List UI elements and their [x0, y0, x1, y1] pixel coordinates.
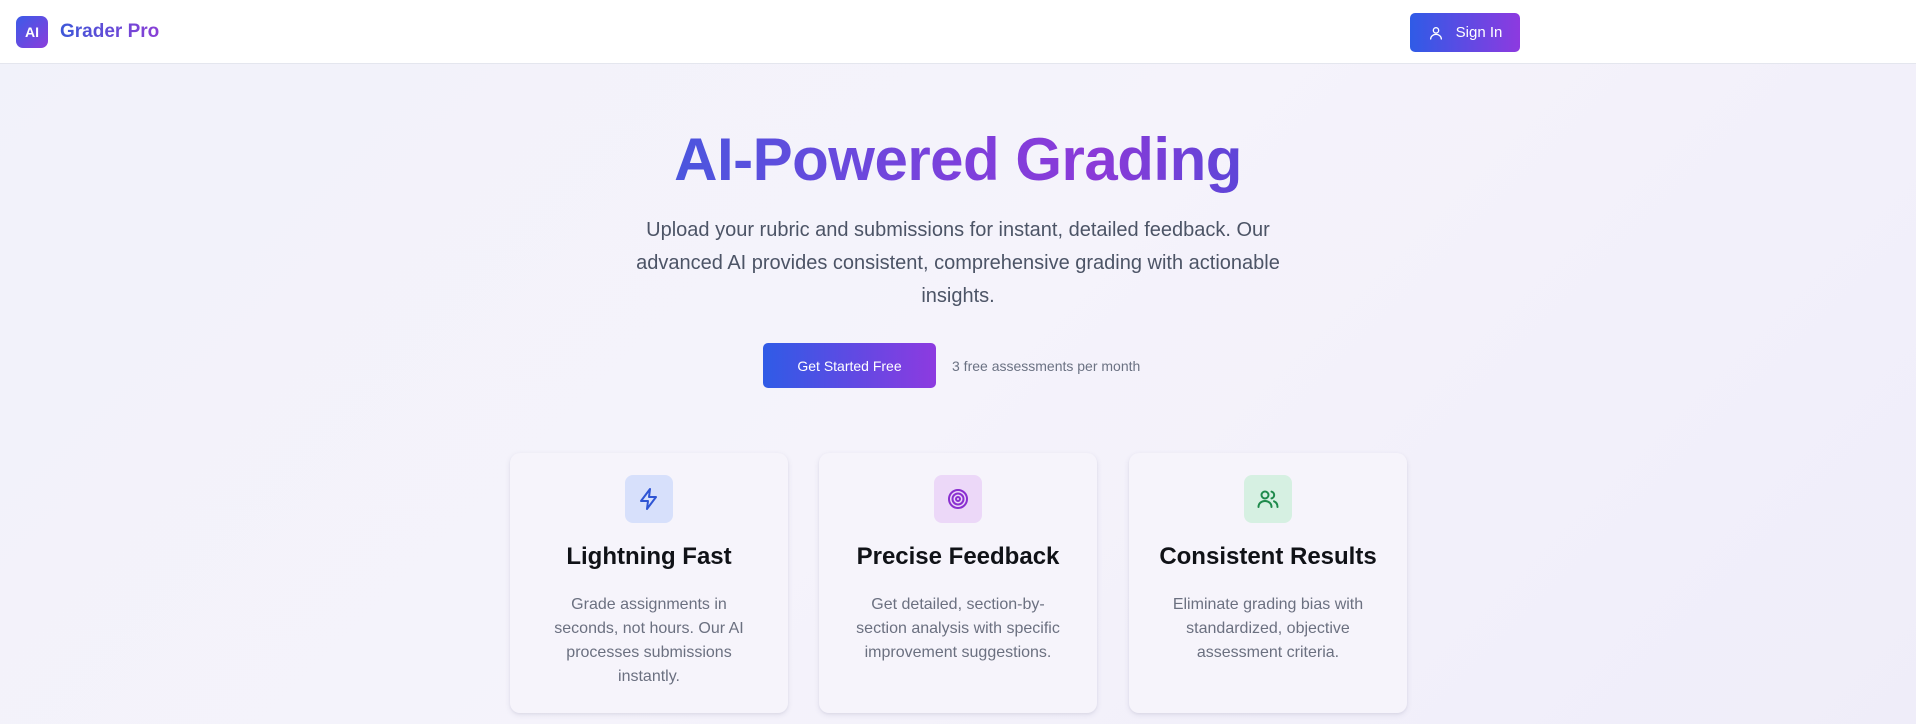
feature-card-consistent-results: Consistent Results Eliminate grading bia…: [1129, 453, 1407, 713]
feature-description: Eliminate grading bias with standardized…: [1172, 596, 1364, 661]
feature-icon-container: [934, 475, 982, 523]
feature-title: Precise Feedback: [856, 543, 1060, 570]
feature-card-precise-feedback: Precise Feedback Get detailed, section-b…: [819, 453, 1097, 713]
user-icon: [1429, 26, 1442, 40]
cta-row: Get Started Free 3 free assessments per …: [763, 343, 1140, 388]
feature-description: Grade assignments in seconds, not hours.…: [554, 596, 744, 685]
feature-icon-container: [625, 475, 673, 523]
hero-title-text: AI-Powered Grading: [674, 126, 1242, 193]
brand-name: Grader Pro: [60, 21, 160, 42]
sign-in-button[interactable]: Sign In: [1410, 13, 1520, 52]
top-navbar: AI Grader Pro Sign In: [0, 0, 1916, 64]
lightning-icon: [640, 488, 657, 510]
brand[interactable]: AI Grader Pro: [16, 16, 159, 48]
feature-title: Lightning Fast: [566, 543, 732, 570]
users-icon: [1257, 490, 1279, 508]
feature-title: Consistent Results: [1159, 543, 1377, 570]
free-tier-note: 3 free assessments per month: [952, 357, 1141, 374]
sign-in-label: Sign In: [1455, 24, 1503, 41]
landing-page: AI Grader Pro Sign In AI-Powered Grading…: [0, 0, 1916, 724]
get-started-button[interactable]: Get Started Free: [763, 343, 936, 388]
feature-card-lightning-fast: Lightning Fast Grade assignments in seco…: [510, 453, 788, 713]
feature-description: Get detailed, section-by-section analysi…: [856, 596, 1060, 661]
hero-subtitle: Upload your rubric and submissions for i…: [636, 219, 1280, 307]
logo-badge: AI: [16, 16, 48, 48]
target-icon: [948, 489, 968, 509]
hero-title: AI-Powered Grading: [0, 124, 1916, 196]
feature-icon-container: [1244, 475, 1292, 523]
